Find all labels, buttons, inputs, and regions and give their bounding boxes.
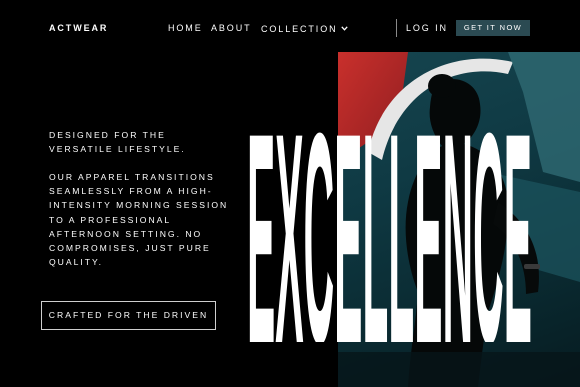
crafted-for-the-driven-button[interactable]: CRAFTED FOR THE DRIVEN [41, 301, 216, 330]
login-link[interactable]: LOG IN [406, 23, 448, 33]
landing-page: ACTWEAR HOME ABOUT COLLECTION LOG IN GET… [0, 0, 580, 387]
nav-collection-label: COLLECTION [261, 24, 338, 34]
hero-headline-text: EXCELLENCE [247, 116, 532, 342]
hero-headline: EXCELLENCE [247, 116, 532, 342]
nav-divider [396, 19, 397, 37]
nav-about-link[interactable]: ABOUT [211, 23, 252, 33]
nav-collection-dropdown[interactable]: COLLECTION [261, 23, 348, 34]
chevron-down-icon [340, 23, 348, 33]
hero-tagline: DESIGNED FOR THE VERSATILE LIFESTYLE. [49, 130, 186, 155]
hero-body-text: OUR APPAREL TRANSITIONS SEAMLESSLY FROM … [49, 172, 229, 268]
get-it-now-button[interactable]: GET IT NOW [456, 20, 530, 36]
brand-logo[interactable]: ACTWEAR [49, 23, 108, 33]
nav-home-link[interactable]: HOME [168, 23, 203, 33]
